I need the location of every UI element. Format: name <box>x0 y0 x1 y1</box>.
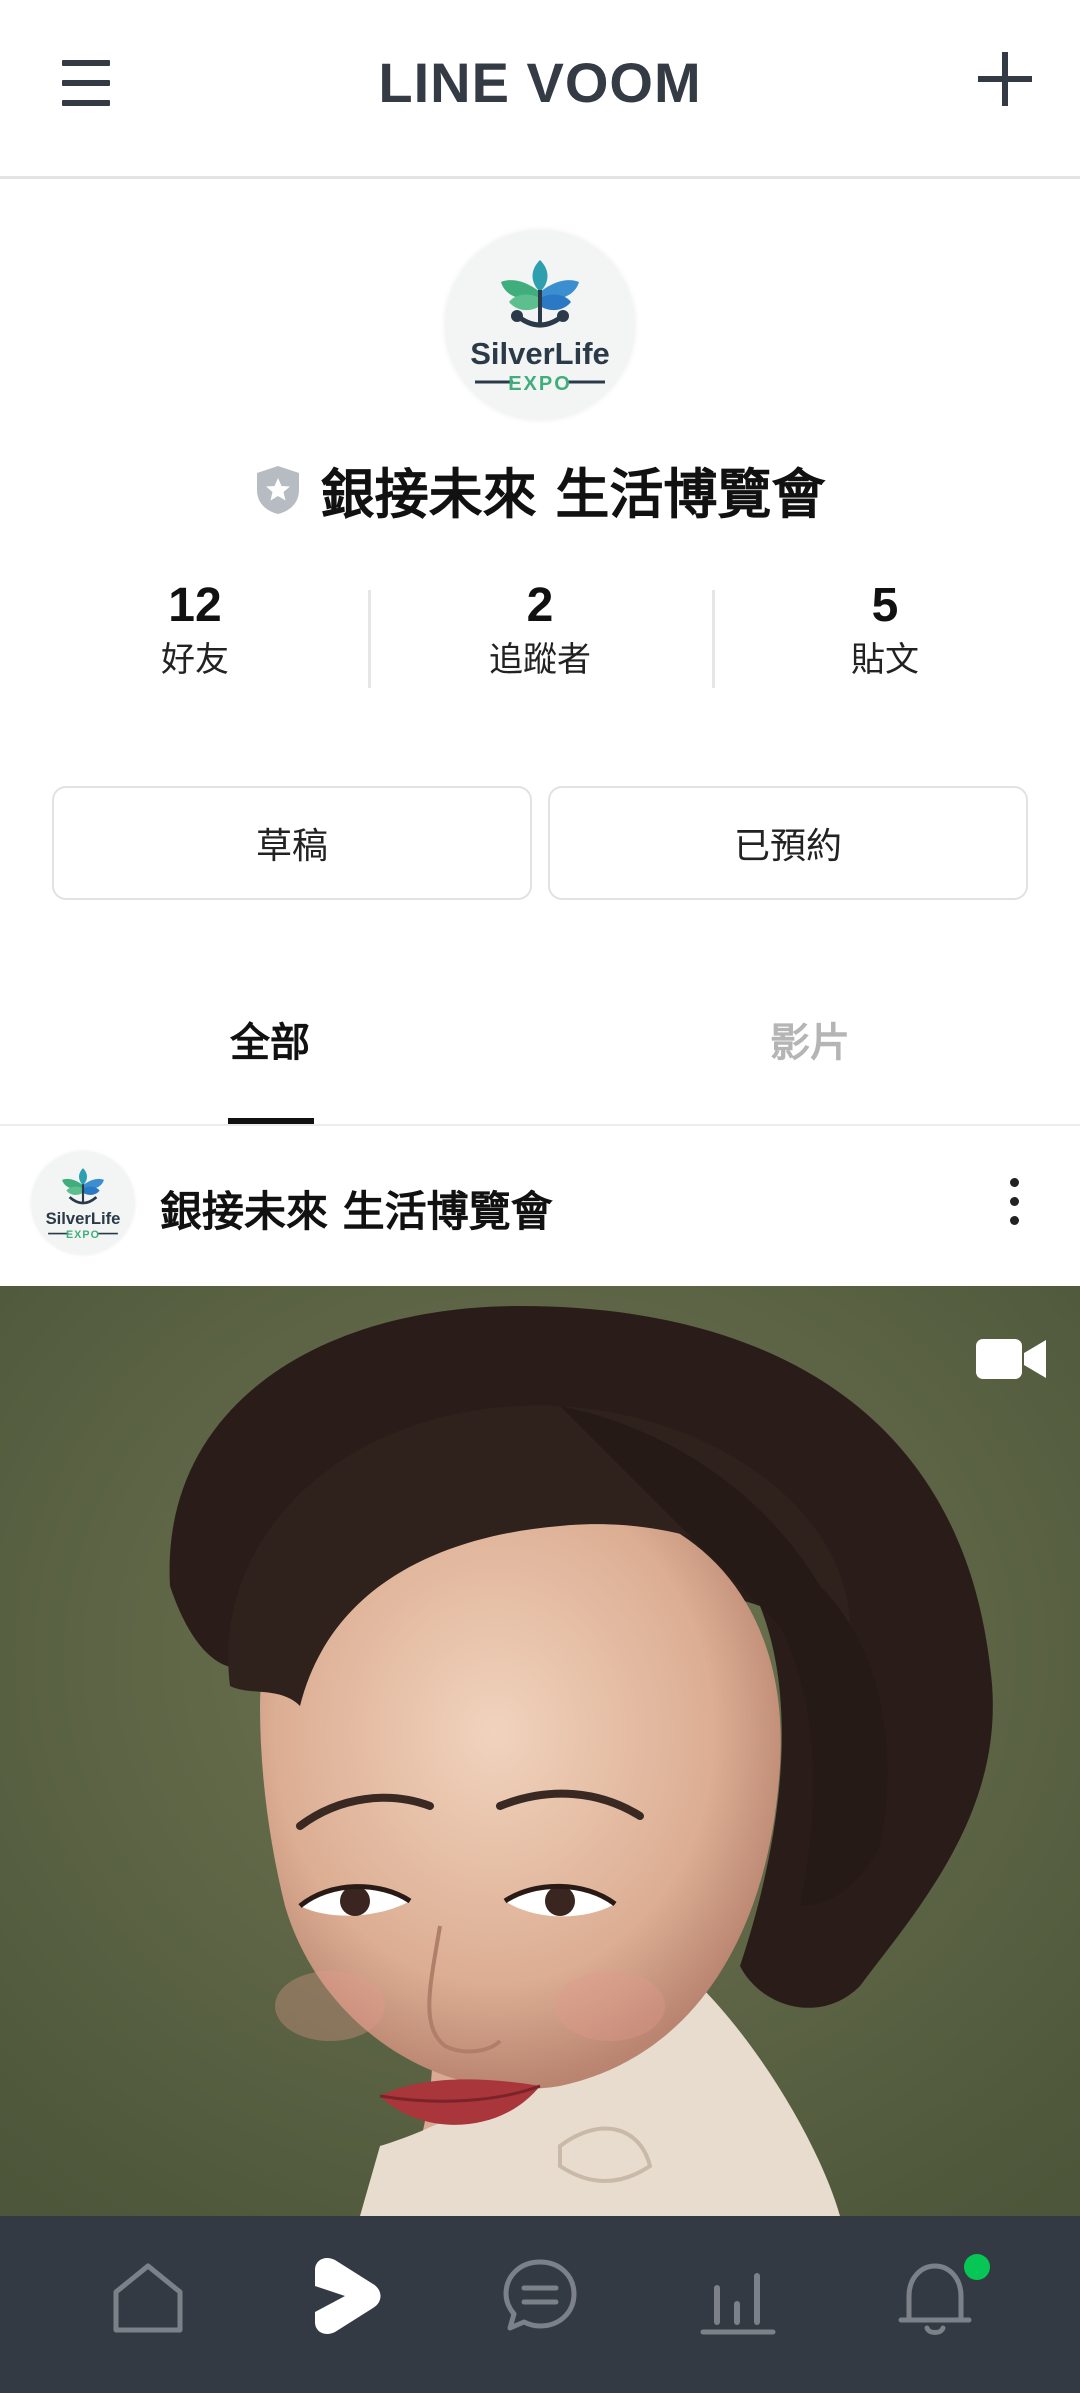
tab-videos-label: 影片 <box>770 1020 850 1066</box>
stat-posts-value: 5 <box>871 579 899 632</box>
profile-name: 銀接未來 生活博覽會 <box>320 463 826 526</box>
portrait-image <box>0 1286 1080 2216</box>
stat-followers-value: 2 <box>526 579 554 632</box>
tab-divider <box>0 1124 1080 1126</box>
post-author-name[interactable]: 銀接未來 生活博覽會 <box>160 1178 553 1239</box>
post-author-avatar[interactable]: SilverLife EXPO <box>32 1152 134 1254</box>
drafts-button[interactable]: 草稿 <box>52 786 532 900</box>
silverlife-logo: SilverLife EXPO <box>46 1168 121 1241</box>
voom-icon[interactable] <box>305 2256 385 2336</box>
profile-avatar[interactable]: SilverLife EXPO <box>445 230 635 420</box>
stat-friends[interactable]: 12 好友 <box>25 578 365 680</box>
tab-videos[interactable]: 影片 <box>540 1010 1080 1068</box>
profile-name-row: 銀接未來 生活博覽會 <box>0 450 1080 529</box>
stat-friends-label: 好友 <box>161 640 229 680</box>
home-icon[interactable] <box>108 2258 188 2338</box>
silverlife-logo: SilverLife EXPO <box>470 260 610 395</box>
logo-wordmark: SilverLife <box>46 1209 121 1228</box>
shield-star-icon <box>256 465 299 514</box>
video-icon <box>976 1339 1046 1379</box>
page-title: LINE VOOM <box>378 51 702 114</box>
post-video-thumbnail[interactable] <box>0 1286 1080 2216</box>
stat-followers[interactable]: 2 追蹤者 <box>370 578 710 680</box>
stats-icon[interactable] <box>697 2258 777 2338</box>
stat-friends-value: 12 <box>168 579 222 632</box>
profile-stats: 12 好友 2 追蹤者 5 貼文 <box>0 578 1080 688</box>
stat-posts-label: 貼文 <box>851 640 919 680</box>
scheduled-button[interactable]: 已預約 <box>548 786 1028 900</box>
stat-followers-label: 追蹤者 <box>489 640 591 680</box>
logo-subtext: EXPO <box>66 1229 100 1241</box>
add-post-icon[interactable] <box>978 52 1032 106</box>
logo-wordmark: SilverLife <box>470 336 610 371</box>
tab-all-label: 全部 <box>230 1020 310 1066</box>
bell-icon[interactable] <box>895 2258 975 2338</box>
more-options-icon[interactable] <box>1004 1178 1024 1228</box>
tab-all[interactable]: 全部 <box>0 1010 540 1068</box>
logo-subtext: EXPO <box>508 373 572 395</box>
notification-badge <box>964 2254 990 2280</box>
stat-posts[interactable]: 5 貼文 <box>715 578 1055 680</box>
chat-icon[interactable] <box>500 2256 580 2336</box>
